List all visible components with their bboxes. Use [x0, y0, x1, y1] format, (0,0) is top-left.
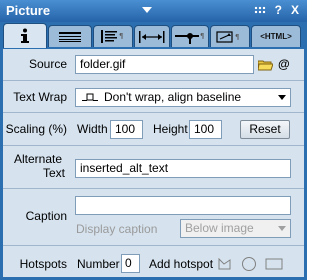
hotspot-number-input[interactable]: 0	[121, 254, 140, 273]
svg-text:¶: ¶	[200, 32, 204, 40]
tab-strip: ¶ ¶ ¶ <HTML>	[0, 22, 307, 49]
title-menu-arrow-icon[interactable]	[142, 7, 152, 13]
text-wrap-value: Don't wrap, align baseline	[104, 90, 242, 104]
add-hotspot-label: Add hotspot	[149, 257, 214, 271]
display-caption-label: Display caption	[76, 222, 158, 236]
source-label: Source	[28, 57, 67, 71]
display-caption-select[interactable]: Below image	[180, 219, 291, 238]
circle-hotspot-button[interactable]	[239, 254, 258, 273]
reset-button[interactable]: Reset	[240, 120, 290, 139]
align-paragraph-icon: ¶	[101, 30, 123, 43]
chevron-down-icon[interactable]	[274, 90, 289, 105]
alternate-text-label-line1: Alternate	[14, 152, 63, 166]
link-icon: ¶	[216, 30, 239, 43]
rect-hotspot-button[interactable]	[263, 254, 285, 273]
display-caption-value: Below image	[185, 221, 254, 235]
chevron-down-icon[interactable]	[274, 221, 289, 236]
grip-dots-icon[interactable]	[253, 6, 266, 14]
close-button[interactable]: X	[291, 4, 299, 16]
scaling-label: Scaling (%)	[5, 122, 67, 136]
caption-label: Caption	[25, 209, 67, 223]
divider	[3, 188, 304, 189]
help-button[interactable]: ?	[275, 4, 282, 16]
polygon-hotspot-button[interactable]	[215, 254, 234, 273]
text-wrap-label: Text Wrap	[13, 90, 67, 104]
tab-info[interactable]	[3, 23, 47, 48]
border-lines-icon	[59, 31, 81, 42]
panel-title: Picture	[6, 3, 51, 18]
divider	[3, 112, 304, 113]
divider	[3, 80, 304, 81]
alternate-text-input[interactable]: inserted_alt_text	[75, 159, 291, 178]
tab-alignment[interactable]: ¶	[93, 25, 133, 47]
title-bar: Picture ? X	[0, 0, 307, 22]
hotspots-label: Hotspots	[19, 257, 67, 271]
caption-input[interactable]	[75, 196, 291, 215]
browse-folder-button[interactable]	[257, 56, 274, 73]
tab-position[interactable]: ¶	[171, 25, 209, 47]
width-input[interactable]: 100	[110, 120, 143, 139]
height-label: Height	[153, 122, 188, 136]
at-button[interactable]: @	[278, 57, 290, 71]
svg-text:¶: ¶	[119, 32, 123, 40]
divider	[3, 145, 304, 146]
tab-html-label: <HTML>	[260, 32, 292, 41]
tab-borders[interactable]	[48, 25, 92, 47]
text-wrap-select[interactable]: Don't wrap, align baseline	[75, 88, 291, 107]
circle-hotspot-icon	[241, 256, 256, 271]
rect-hotspot-icon	[265, 258, 283, 269]
wrap-baseline-icon	[82, 93, 98, 101]
properties-area: Source folder.gif @ Text Wrap Don't wrap…	[3, 49, 304, 277]
picture-panel: Picture ? X ¶ ¶ ¶ <HTML> Source folder.g…	[0, 0, 307, 280]
tab-html[interactable]: <HTML>	[251, 25, 301, 47]
tab-spacing[interactable]	[134, 25, 170, 47]
alternate-text-label-line2: Text	[43, 166, 66, 180]
divider	[3, 245, 304, 246]
position-icon: ¶	[175, 32, 204, 44]
info-icon	[21, 28, 29, 43]
height-input[interactable]: 100	[189, 120, 222, 139]
tab-link[interactable]: ¶	[210, 25, 250, 47]
hotspot-number-label: Number	[77, 257, 120, 271]
spacing-icon	[139, 30, 165, 43]
polygon-hotspot-icon	[218, 257, 230, 269]
svg-text:¶: ¶	[235, 33, 239, 41]
folder-icon	[258, 60, 273, 70]
source-input[interactable]: folder.gif	[75, 55, 254, 74]
width-label: Width	[77, 122, 108, 136]
